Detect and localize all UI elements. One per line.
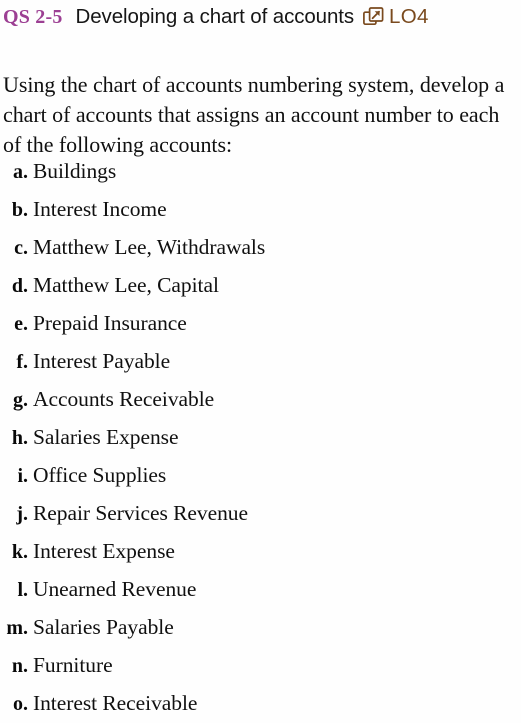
list-item-marker: b. [11,199,28,221]
list-item-marker: h. [11,427,28,449]
page-title: Developing a chart of accounts [75,4,355,28]
list-item-label: Interest Payable [33,349,171,373]
list-item-marker: f. [16,351,28,373]
list-item: o. Interest Receivable [0,684,521,722]
list-item-marker: a. [13,161,28,183]
list-item-label: Matthew Lee, Capital [33,273,219,297]
list-item-label: Interest Expense [33,539,175,563]
list-item-label: Furniture [33,653,113,677]
list-item-marker: l. [17,579,28,601]
list-item: h. Salaries Expense [0,418,521,456]
list-item: g. Accounts Receivable [0,380,521,418]
list-item-label: Buildings [33,159,117,183]
list-item-label: Interest Receivable [33,691,198,715]
external-link-icon[interactable] [363,6,384,28]
list-item-marker: d. [11,275,28,297]
exercise-header: QS 2-5 Developing a chart of accounts LO… [0,0,521,34]
list-item: j. Repair Services Revenue [0,494,521,532]
list-item: c. Matthew Lee, Withdrawals [0,228,521,266]
list-item-marker: k. [11,541,28,563]
accounts-list: a. Buildings b. Interest Income c. Matth… [0,152,521,722]
list-item: i. Office Supplies [0,456,521,494]
list-item-marker: e. [14,313,28,335]
list-item-label: Salaries Payable [33,615,174,639]
list-item: k. Interest Expense [0,532,521,570]
list-item-marker: o. [13,693,28,715]
list-item: n. Furniture [0,646,521,684]
list-item: b. Interest Income [0,190,521,228]
list-item-label: Matthew Lee, Withdrawals [33,235,266,259]
list-item-label: Office Supplies [33,463,167,487]
instructions-paragraph: Using the chart of accounts numbering sy… [3,72,505,157]
list-item-label: Salaries Expense [33,425,179,449]
list-item-label: Prepaid Insurance [33,311,187,335]
list-item-marker: g. [13,389,28,411]
learning-objective-badge: LO4 [389,4,429,28]
exercise-code: QS 2-5 [3,6,63,28]
list-item: f. Interest Payable [0,342,521,380]
list-item: d. Matthew Lee, Capital [0,266,521,304]
list-item-marker: j. [16,503,28,525]
list-item: l. Unearned Revenue [0,570,521,608]
list-item-marker: m. [6,617,28,639]
list-item-label: Interest Income [33,197,167,221]
list-item-marker: i. [17,465,28,487]
list-item-label: Repair Services Revenue [33,501,248,525]
list-item-label: Accounts Receivable [33,387,215,411]
list-item-marker: n. [11,655,28,677]
list-item: a. Buildings [0,152,521,190]
list-item-label: Unearned Revenue [33,577,197,601]
list-item: e. Prepaid Insurance [0,304,521,342]
list-item: m. Salaries Payable [0,608,521,646]
list-item-marker: c. [14,237,28,259]
